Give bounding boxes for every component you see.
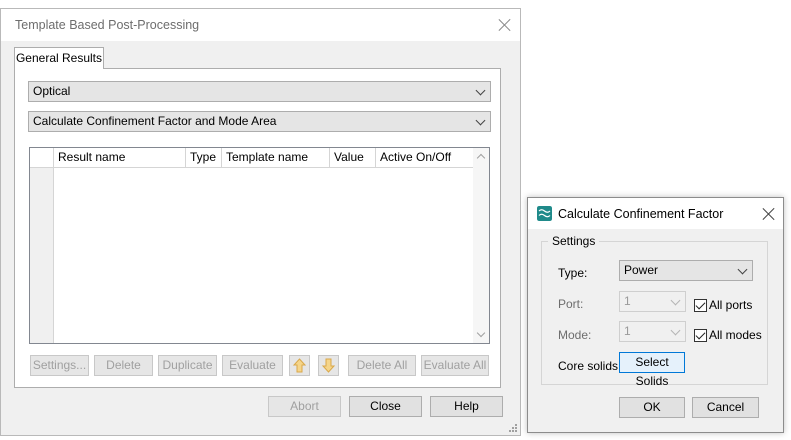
app-icon bbox=[537, 206, 552, 221]
tab-general-results[interactable]: General Results bbox=[14, 47, 104, 69]
evaluate-button[interactable]: Evaluate bbox=[222, 355, 283, 376]
resize-grip-icon[interactable] bbox=[507, 422, 518, 433]
table-header: Result name Type Template name Value Act… bbox=[30, 148, 475, 168]
category-combo[interactable]: Optical bbox=[28, 81, 491, 102]
col-value[interactable]: Value bbox=[330, 148, 376, 167]
evaluate-all-button[interactable]: Evaluate All bbox=[421, 355, 489, 376]
close-icon[interactable] bbox=[763, 208, 775, 220]
all-modes-checkbox[interactable] bbox=[694, 329, 707, 342]
delete-all-button[interactable]: Delete All bbox=[348, 355, 416, 376]
chevron-down-icon bbox=[670, 325, 681, 336]
chevron-down-icon bbox=[670, 295, 681, 306]
move-up-button[interactable] bbox=[289, 355, 310, 376]
arrow-up-icon bbox=[292, 358, 307, 373]
all-ports-label[interactable]: All ports bbox=[709, 298, 752, 312]
chevron-down-icon bbox=[475, 85, 486, 96]
select-solids-button[interactable]: Select Solids bbox=[619, 352, 685, 388]
col-template-name[interactable]: Template name bbox=[222, 148, 330, 167]
delete-button[interactable]: Delete bbox=[94, 355, 153, 376]
type-combo[interactable]: Power bbox=[619, 260, 753, 281]
main-title-bar[interactable]: Template Based Post-Processing bbox=[1, 9, 520, 41]
help-button[interactable]: Help bbox=[430, 396, 503, 417]
arrow-down-icon bbox=[321, 358, 336, 373]
duplicate-button[interactable]: Duplicate bbox=[158, 355, 217, 376]
confinement-factor-dialog: Calculate Confinement Factor Settings Ty… bbox=[527, 197, 784, 433]
scroll-up-icon[interactable] bbox=[476, 153, 486, 163]
type-combo-value: Power bbox=[624, 263, 659, 277]
mode-combo-value: 1 bbox=[624, 324, 631, 338]
mode-combo[interactable]: 1 bbox=[619, 321, 686, 342]
close-button[interactable]: Close bbox=[349, 396, 422, 417]
row-header-column bbox=[30, 148, 54, 343]
col-type[interactable]: Type bbox=[186, 148, 222, 167]
settings-group-label: Settings bbox=[548, 234, 600, 248]
main-window-title: Template Based Post-Processing bbox=[15, 18, 200, 32]
template-combo-value: Calculate Confinement Factor and Mode Ar… bbox=[33, 114, 277, 128]
template-postprocessing-window: Template Based Post-Processing General R… bbox=[0, 8, 521, 436]
dialog-title-bar[interactable]: Calculate Confinement Factor bbox=[528, 198, 783, 229]
close-icon[interactable] bbox=[499, 19, 511, 31]
ok-button[interactable]: OK bbox=[619, 397, 685, 418]
port-combo[interactable]: 1 bbox=[619, 291, 686, 312]
vertical-scrollbar[interactable] bbox=[473, 148, 489, 343]
col-result-name[interactable]: Result name bbox=[54, 148, 186, 167]
cancel-button[interactable]: Cancel bbox=[692, 397, 759, 418]
mode-label: Mode: bbox=[558, 328, 592, 342]
category-combo-value: Optical bbox=[33, 84, 71, 98]
header-corner bbox=[30, 148, 54, 167]
col-active[interactable]: Active On/Off bbox=[376, 148, 475, 167]
abort-button[interactable]: Abort bbox=[268, 396, 341, 417]
port-label: Port: bbox=[558, 297, 584, 311]
settings-button[interactable]: Settings... bbox=[30, 355, 89, 376]
scroll-down-icon[interactable] bbox=[476, 328, 486, 338]
template-combo[interactable]: Calculate Confinement Factor and Mode Ar… bbox=[28, 111, 491, 132]
core-solids-label: Core solids: bbox=[558, 359, 622, 373]
chevron-down-icon bbox=[737, 264, 748, 275]
dialog-title: Calculate Confinement Factor bbox=[558, 207, 724, 221]
port-combo-value: 1 bbox=[624, 294, 631, 308]
all-modes-label[interactable]: All modes bbox=[709, 328, 762, 342]
move-down-button[interactable] bbox=[318, 355, 339, 376]
all-ports-checkbox[interactable] bbox=[694, 299, 707, 312]
type-label: Type: bbox=[558, 266, 588, 280]
results-table[interactable]: Result name Type Template name Value Act… bbox=[29, 147, 490, 344]
chevron-down-icon bbox=[475, 115, 486, 126]
